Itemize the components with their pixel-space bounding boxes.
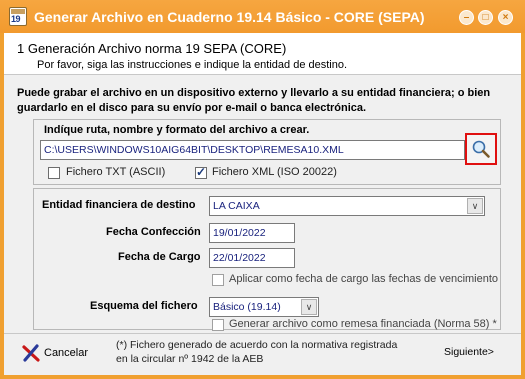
charge-date-input[interactable]: 22/01/2022	[209, 248, 295, 268]
footnote-line-2: en la circular nº 1942 de la AEB	[116, 353, 264, 365]
scheme-value: Básico (19.14)	[213, 301, 281, 313]
magnifier-icon	[472, 140, 490, 158]
browse-file-button[interactable]	[465, 133, 497, 165]
financed-remittance-checkbox[interactable]	[212, 319, 224, 331]
file-group: Indíque ruta, nombre y formato del archi…	[33, 119, 501, 185]
chevron-down-icon: ∨	[467, 198, 483, 214]
entity-label: Entidad financiera de destino	[42, 199, 196, 211]
cancel-x-icon	[22, 344, 40, 362]
financed-remittance-label: Generar archivo como remesa financiada (…	[229, 318, 497, 330]
next-button[interactable]: Siguiente>	[444, 346, 494, 358]
window-title: Generar Archivo en Cuaderno 19.14 Básico…	[34, 9, 425, 25]
close-button[interactable]: ×	[498, 10, 513, 25]
check-icon: ✓	[196, 165, 207, 179]
charge-date-label: Fecha de Cargo	[118, 251, 201, 263]
scheme-label: Esquema del fichero	[90, 300, 198, 312]
txt-format-checkbox[interactable]	[48, 167, 60, 179]
minimize-button[interactable]: –	[459, 10, 474, 25]
app-icon: 19	[9, 7, 27, 26]
xml-format-label: Fichero XML (ISO 20022)	[212, 166, 337, 178]
bank-group: Entidad financiera de destino LA CAIXA ∨…	[33, 188, 501, 331]
dialog-body: 1 Generación Archivo norma 19 SEPA (CORE…	[4, 33, 521, 375]
xml-format-checkbox[interactable]: ✓	[195, 165, 207, 179]
app-icon-number: 19	[11, 14, 21, 24]
cancel-button[interactable]: Cancelar	[22, 343, 100, 365]
chevron-down-icon: ∨	[301, 299, 317, 315]
apply-charge-date-label: Aplicar como fecha de cargo las fechas d…	[229, 273, 499, 285]
cancel-label: Cancelar	[44, 347, 89, 359]
scheme-select[interactable]: Básico (19.14) ∨	[209, 297, 319, 317]
file-path-label: Indíque ruta, nombre y formato del archi…	[44, 124, 310, 136]
apply-charge-date-checkbox[interactable]	[212, 274, 224, 286]
footnote: (*) Fichero generado de acuerdo con la n…	[116, 338, 416, 366]
wizard-window: 19 Generar Archivo en Cuaderno 19.14 Bás…	[0, 0, 525, 379]
step-header: 1 Generación Archivo norma 19 SEPA (CORE…	[4, 33, 521, 75]
file-path-input[interactable]: C:\USERS\WINDOWS10AIG64BIT\DESKTOP\REMES…	[40, 140, 465, 160]
step-subtitle: Por favor, siga las instrucciones e indi…	[37, 59, 348, 71]
txt-format-label: Fichero TXT (ASCII)	[66, 166, 166, 178]
title-bar[interactable]: 19 Generar Archivo en Cuaderno 19.14 Bás…	[0, 0, 525, 33]
footer-divider	[4, 333, 521, 334]
entity-select[interactable]: LA CAIXA ∨	[209, 196, 485, 216]
maximize-button[interactable]: □	[478, 10, 493, 25]
entity-value: LA CAIXA	[213, 200, 260, 212]
intro-text: Puede grabar el archivo en un dispositiv…	[17, 87, 491, 114]
confection-date-input[interactable]: 19/01/2022	[209, 223, 295, 243]
footnote-line-1: (*) Fichero generado de acuerdo con la n…	[116, 339, 398, 351]
step-title: 1 Generación Archivo norma 19 SEPA (CORE…	[17, 41, 287, 56]
confection-date-label: Fecha Confección	[106, 226, 201, 238]
